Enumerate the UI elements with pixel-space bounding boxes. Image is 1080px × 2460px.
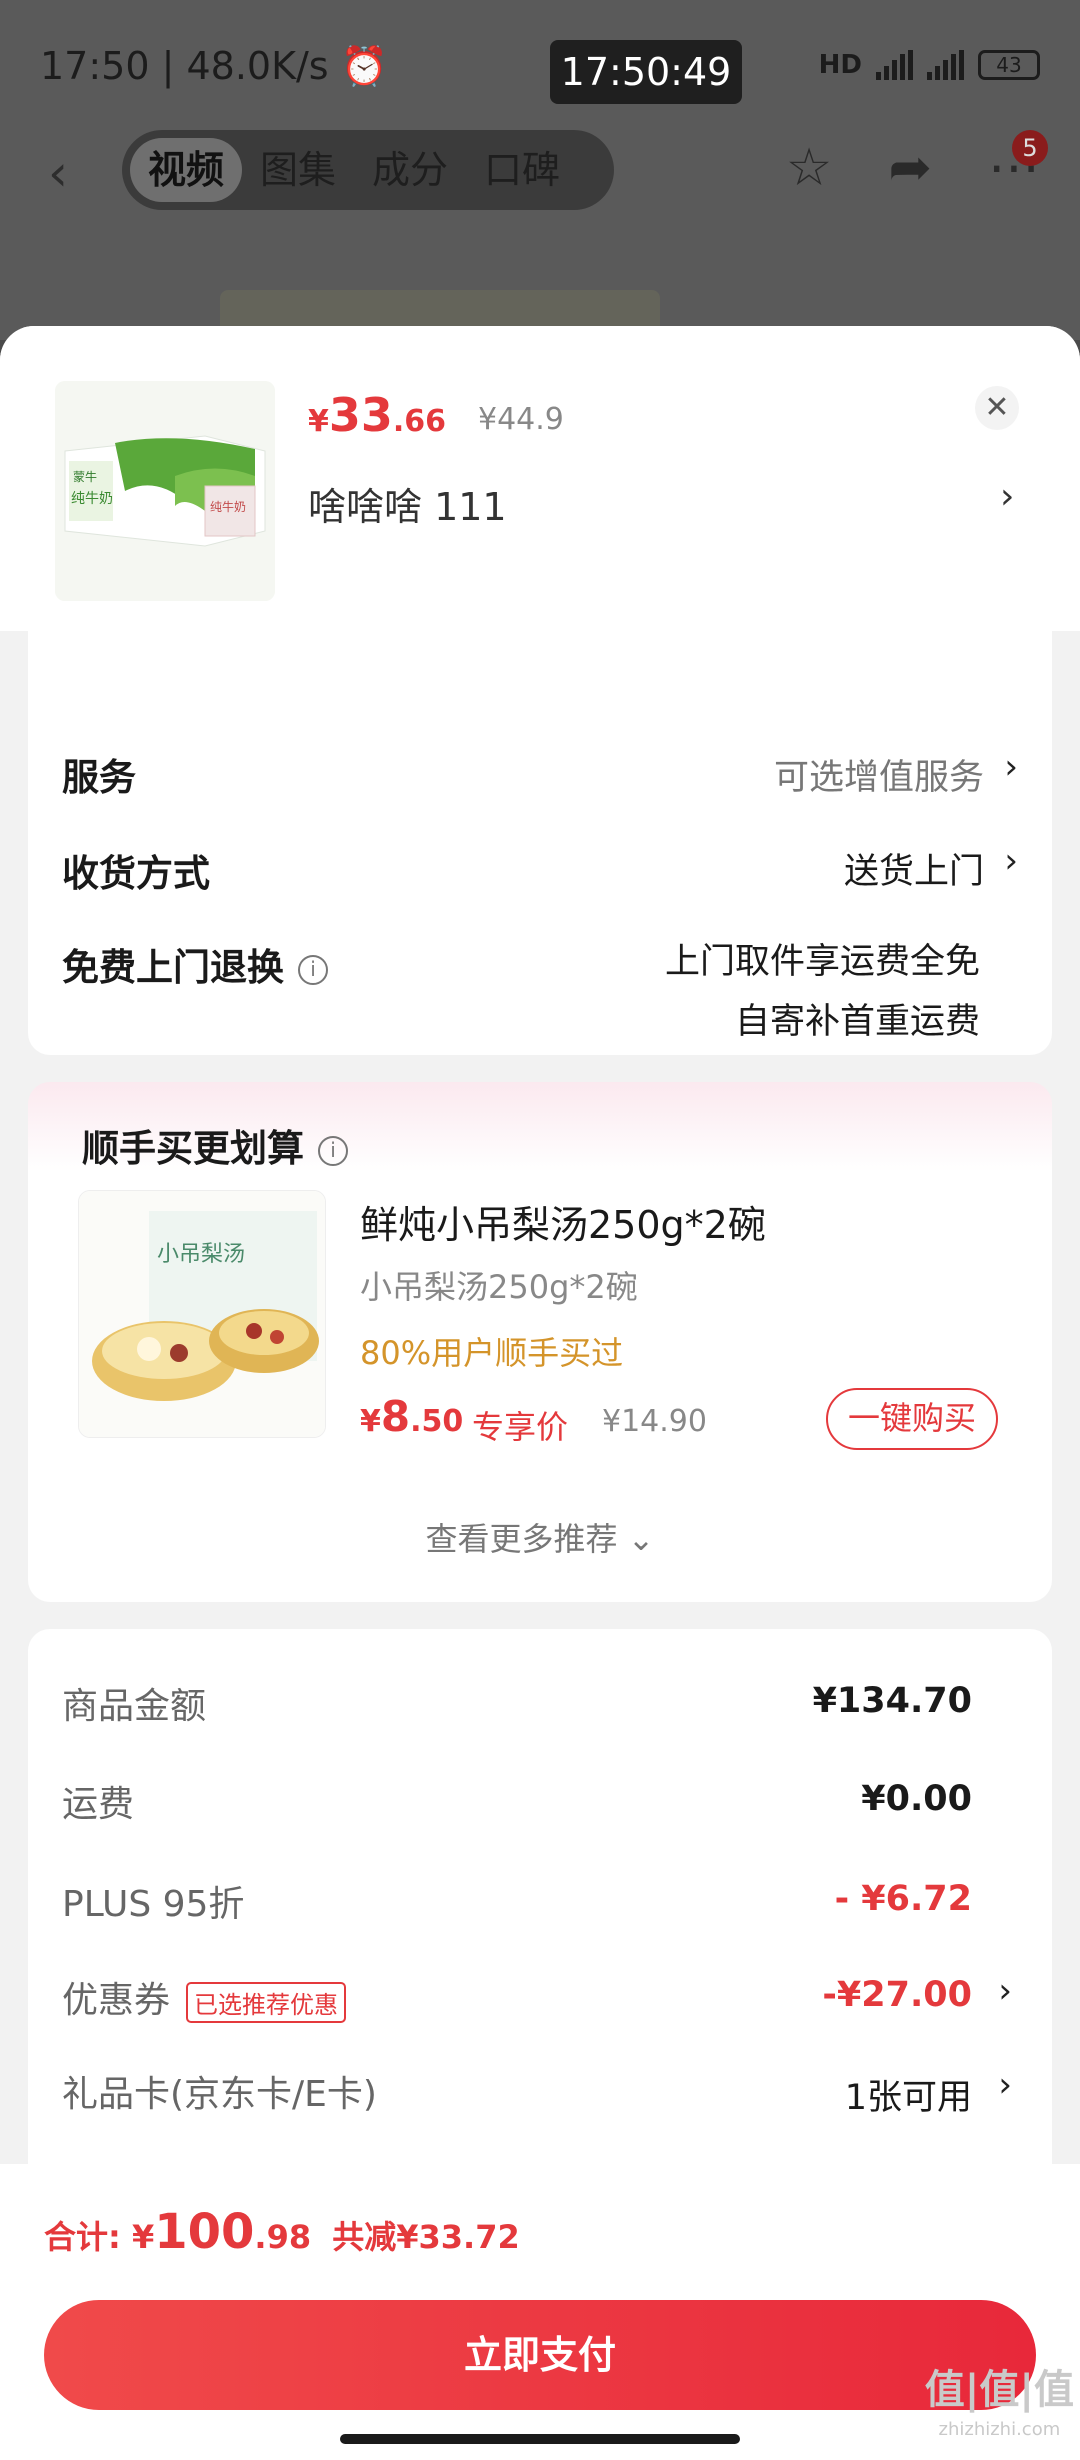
total-label: 合计: (44, 2218, 132, 2256)
more-recommend-link[interactable]: 查看更多推荐 ⌄ (28, 1514, 1052, 1560)
price-integer: 33 (328, 388, 393, 442)
price-decimal: .66 (392, 404, 447, 439)
chevron-right-icon[interactable]: › (1004, 747, 1018, 787)
product-price: ¥33.66 (308, 388, 446, 442)
watermark-text: 值|值|值 (924, 2367, 1074, 2413)
top-nav: ‹ 视频 图集 成分 口碑 ☆ ➦ ⋯ 5 (0, 130, 1080, 210)
back-icon[interactable]: ‹ (48, 144, 68, 202)
total-decimal: .98 (254, 2218, 312, 2256)
info-icon[interactable]: i (318, 1135, 348, 1166)
media-tabs: 视频 图集 成分 口碑 (122, 130, 614, 210)
recommend-price: ¥8.50 (360, 1392, 463, 1441)
order-sheet: 蒙牛 纯牛奶 纯牛奶 ¥33.66 ¥44.9 啥啥啥 111 ✕ › 服务 可… (0, 326, 1080, 2460)
price-decimal: .50 (410, 1404, 464, 1439)
gift-card-label: 礼品卡(京东卡/E卡) (62, 2074, 377, 2115)
price-symbol: ¥ (360, 1404, 381, 1439)
coupon-label-text: 优惠券 (62, 1980, 171, 2021)
status-icons: HD 43 (819, 50, 1040, 80)
total-integer: 100 (154, 2204, 255, 2260)
recommend-title-text: 顺手买更划算 (82, 1127, 304, 1170)
svg-text:小吊梨汤: 小吊梨汤 (157, 1242, 245, 1267)
recommend-sub: 小吊梨汤250g*2碗 (360, 1268, 638, 1306)
info-icon[interactable]: i (298, 954, 328, 985)
milk-box-image: 蒙牛 纯牛奶 纯牛奶 (55, 381, 275, 601)
product-spec[interactable]: 啥啥啥 111 (308, 476, 507, 531)
price-integer: 8 (380, 1392, 411, 1441)
tab-reviews[interactable]: 口碑 (466, 138, 578, 202)
chevron-right-icon[interactable]: › (1000, 476, 1014, 517)
signal-icon-2 (927, 50, 964, 80)
chevron-right-icon[interactable]: › (998, 1971, 1012, 2011)
background-page: 17:50 | 48.0K/s ⏰ 17:50:49 HD 43 ‹ 视频 图集… (0, 0, 1080, 350)
exclusive-price-label: 专享价 (472, 1408, 569, 1446)
price-symbol: ¥ (308, 404, 329, 439)
delivery-label: 收货方式 (62, 852, 210, 895)
status-bar: 17:50 | 48.0K/s ⏰ 17:50:49 HD 43 (0, 0, 1080, 130)
goods-amount-value: ¥134.70 (812, 1681, 972, 1721)
tab-gallery[interactable]: 图集 (242, 138, 354, 202)
status-time: 17:50 | 48.0K/s ⏰ (40, 44, 388, 88)
checkout-footer: 合计: ¥100.98 共减¥33.72 立即支付 值|值|值 zhizhizhi… (0, 2164, 1080, 2460)
chevron-right-icon[interactable]: › (998, 2065, 1012, 2105)
plus-discount-value: - ¥6.72 (834, 1879, 972, 1919)
total-saved: 共减¥33.72 (332, 2218, 520, 2256)
svg-text:纯牛奶: 纯牛奶 (210, 499, 246, 514)
total-symbol: ¥ (131, 2218, 155, 2256)
gift-card-value[interactable]: 1张可用 (845, 2069, 972, 2120)
notification-badge: 5 (1012, 130, 1048, 166)
tab-video[interactable]: 视频 (130, 138, 243, 202)
share-icon[interactable]: ➦ (888, 138, 932, 198)
tab-ingredients[interactable]: 成分 (354, 138, 466, 202)
product-thumbnail: 蒙牛 纯牛奶 纯牛奶 (55, 381, 275, 601)
watermark-site: zhizhizhi.com (938, 2419, 1061, 2440)
coupon-label: 优惠券 已选推荐优惠 (62, 1971, 347, 2023)
plus-discount-label: PLUS 95折 (62, 1884, 245, 1925)
svg-text:蒙牛: 蒙牛 (73, 469, 97, 484)
chevron-right-icon[interactable]: › (1004, 841, 1018, 881)
recommend-old-price: ¥14.90 (602, 1404, 707, 1439)
product-header: 蒙牛 纯牛奶 纯牛奶 ¥33.66 ¥44.9 啥啥啥 111 ✕ › (0, 326, 1080, 631)
service-card: 服务 可选增值服务 › 收货方式 送货上门 › 免费上门退换 i 上门取件享运费全… (28, 631, 1052, 1055)
coupon-tag: 已选推荐优惠 (186, 1981, 347, 2023)
recommend-name[interactable]: 鲜炖小吊梨汤250g*2碗 (360, 1194, 766, 1249)
delivery-value[interactable]: 送货上门 (844, 843, 984, 894)
shipping-label: 运费 (62, 1784, 135, 1825)
recommend-title: 顺手买更划算 i (82, 1118, 348, 1172)
service-value[interactable]: 可选增值服务 (774, 749, 984, 800)
coupon-value[interactable]: -¥27.00 (822, 1975, 972, 2015)
one-click-buy-button[interactable]: 一键购买 (826, 1388, 998, 1450)
recommend-tag: 80%用户顺手买过 (360, 1334, 624, 1372)
recommend-image[interactable]: 小吊梨汤 (78, 1190, 326, 1438)
close-icon[interactable]: ✕ (975, 386, 1019, 430)
pear-soup-image: 小吊梨汤 (79, 1191, 325, 1437)
watermark: 值|值|值 zhizhizhi.com (925, 2370, 1074, 2450)
return-line-2: 自寄补首重运费 (734, 1002, 980, 1042)
shipping-value: ¥0.00 (861, 1779, 972, 1819)
product-original-price: ¥44.9 (478, 402, 564, 437)
battery-icon: 43 (978, 50, 1040, 80)
pay-now-button[interactable]: 立即支付 (44, 2300, 1036, 2410)
status-clock: 17:50:49 (550, 40, 742, 104)
return-line-1: 上门取件享运费全免 (664, 942, 980, 982)
return-label-text: 免费上门退换 (62, 946, 284, 989)
svg-text:纯牛奶: 纯牛奶 (71, 491, 113, 507)
recommend-card: 顺手买更划算 i 小吊梨汤 鲜炖小吊梨汤250g*2碗 小吊梨汤250g*2碗 8… (28, 1082, 1052, 1602)
star-icon[interactable]: ☆ (786, 138, 833, 198)
goods-amount-label: 商品金额 (62, 1686, 207, 1727)
total-amount: 合计: ¥100.98 共减¥33.72 (44, 2204, 520, 2260)
hd-icon: HD (818, 50, 862, 80)
service-label: 服务 (62, 756, 136, 799)
home-indicator[interactable] (340, 2434, 740, 2444)
return-label: 免费上门退换 i (62, 937, 328, 991)
signal-icon (876, 50, 913, 80)
nav-actions: ☆ ➦ ⋯ (786, 138, 1040, 198)
